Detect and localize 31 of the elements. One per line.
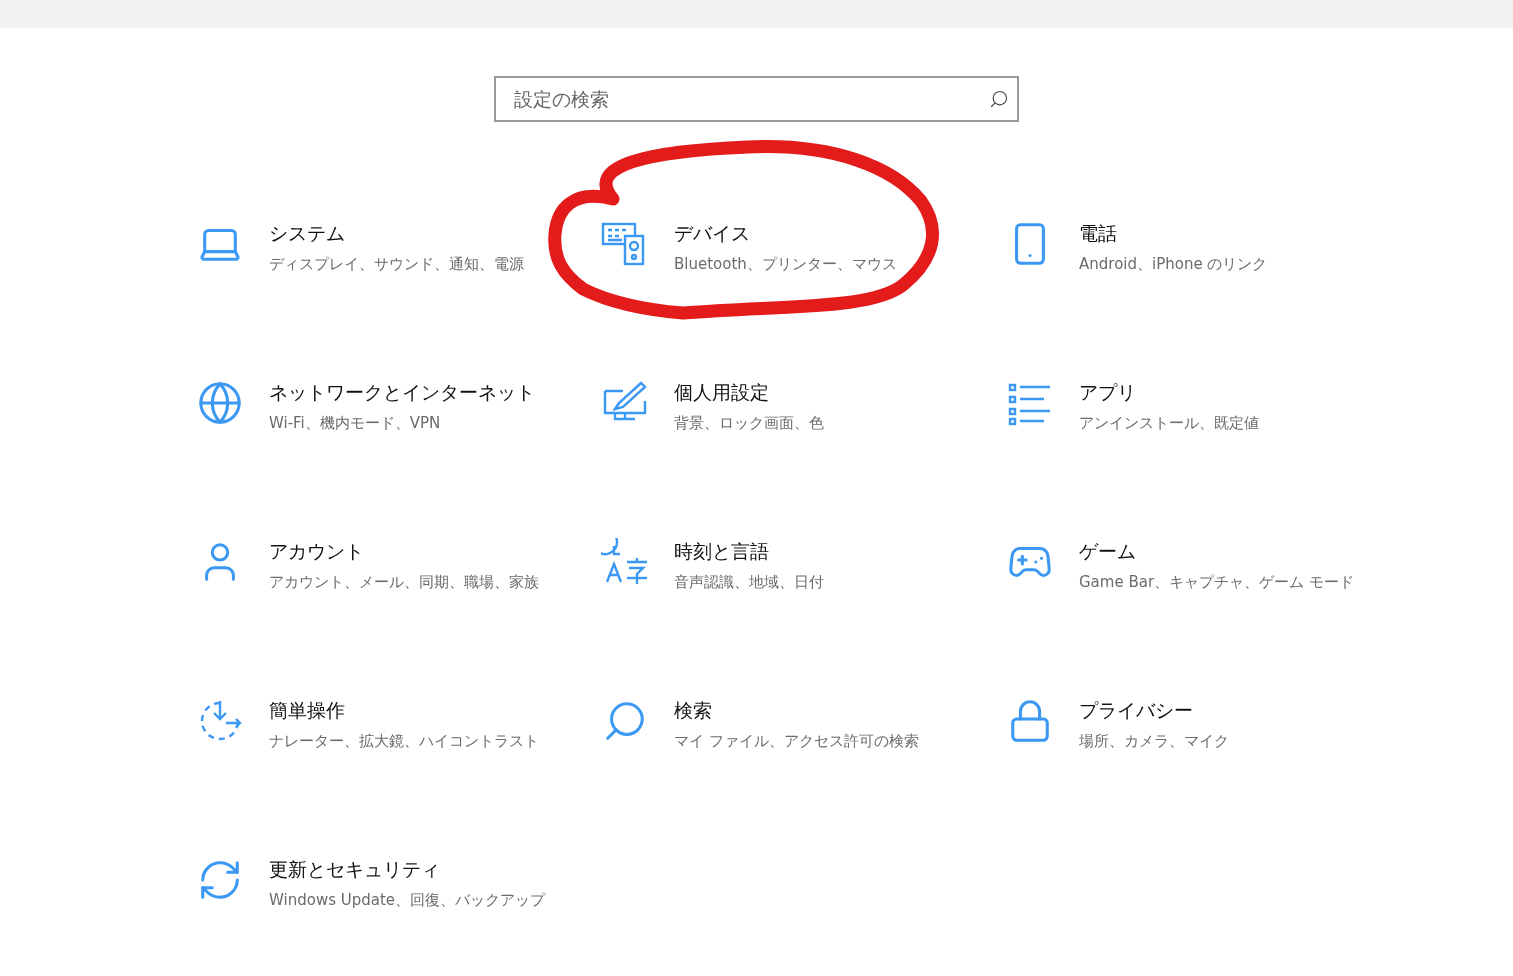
tile-description: Game Bar、キャプチャ、ゲーム モード: [1079, 572, 1354, 593]
tile-description: Bluetooth、プリンター、マウス: [674, 254, 897, 275]
tile-description: マイ ファイル、アクセス許可の検索: [674, 731, 919, 752]
tile-description: Windows Update、回復、バックアップ: [269, 890, 546, 911]
tile-title[interactable]: ゲーム: [1079, 539, 1354, 565]
tile-description: アカウント、メール、同期、職場、家族: [269, 572, 539, 593]
tile-description: 音声認識、地域、日付: [674, 572, 824, 593]
globe-icon: [197, 380, 243, 426]
tile-title[interactable]: ネットワークとインターネット: [269, 380, 535, 406]
tile-title[interactable]: システム: [269, 221, 524, 247]
search-field[interactable]: 設定の検索: [512, 87, 989, 111]
tile-title[interactable]: プライバシー: [1079, 698, 1229, 724]
search-icon: [989, 89, 1009, 109]
tile-description: 場所、カメラ、マイク: [1079, 731, 1229, 752]
tile-title[interactable]: 検索: [674, 698, 919, 724]
tile-title[interactable]: デバイス: [674, 221, 897, 247]
tile-title[interactable]: アカウント: [269, 539, 539, 565]
tile-title[interactable]: 更新とセキュリティ: [269, 857, 546, 883]
tile-title[interactable]: アプリ: [1079, 380, 1259, 406]
tile-description: Wi-Fi、機内モード、VPN: [269, 413, 442, 434]
tile-description: 背景、ロック画面、色: [674, 413, 824, 434]
tile-title[interactable]: 簡単操作: [269, 698, 539, 724]
tile-description: ディスプレイ、サウンド、通知、電源: [269, 254, 524, 275]
tile-title[interactable]: 個人用設定: [674, 380, 824, 406]
clock-language-icon: [601, 538, 649, 586]
tile-description: アンインストール、既定値: [1079, 413, 1259, 434]
search-bar[interactable]: 設定の検索: [494, 76, 1019, 122]
tile-description: Android、iPhone のリンク: [1079, 254, 1268, 275]
tile-description: ナレーター、拡大鏡、ハイコントラスト: [269, 731, 539, 752]
tile-title[interactable]: 電話: [1079, 221, 1268, 247]
tile-title[interactable]: 時刻と言語: [674, 539, 824, 565]
